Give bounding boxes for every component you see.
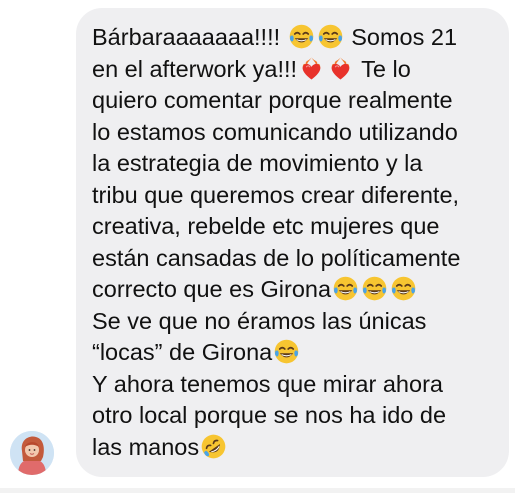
- message-line: creativa, rebelde etc mujeres que: [92, 211, 497, 243]
- message-line: Se ve que no éramos las únicas: [92, 306, 497, 338]
- face-with-tears-of-joy-icon: [316, 24, 345, 50]
- message-text-segment: Te lo: [355, 55, 411, 82]
- message-line: lo estamos comunicando utilizando: [92, 117, 497, 149]
- message-bubble[interactable]: Bárbaraaaaaaa!!!! Somos 21 en el afterwor…: [76, 8, 509, 477]
- chat-view: Bárbaraaaaaaa!!!! Somos 21 en el afterwor…: [0, 0, 515, 493]
- rolling-on-the-floor-laughing-icon: [199, 434, 228, 460]
- message-text-segment: Se ve que no éramos las únicas: [92, 307, 427, 334]
- message-text-segment: en el afterwork ya!!!: [92, 55, 298, 82]
- message-line: quiero comentar porque realmente: [92, 85, 497, 117]
- message-line: están cansadas de lo políticamente: [92, 243, 497, 275]
- message-line: las manos: [92, 432, 497, 464]
- message-text-segment: creativa, rebelde etc mujeres que: [92, 213, 440, 239]
- message-line: en el afterwork ya!!! Te lo: [92, 54, 497, 86]
- message-line: tribu que queremos crear diferente,: [92, 180, 497, 212]
- divider: [0, 488, 515, 493]
- message-text-segment: otro local porque se nos ha ido de: [92, 402, 447, 428]
- avatar[interactable]: [10, 431, 54, 475]
- face-with-tears-of-joy-icon: [389, 276, 418, 302]
- message-text-segment: Somos 21: [344, 24, 458, 50]
- message-line: correcto que es Girona: [92, 274, 497, 306]
- message-text-segment: “locas” de Girona: [92, 339, 273, 365]
- message-line: “locas” de Girona: [92, 337, 497, 369]
- message-text-segment: lo estamos comunicando utilizando: [92, 118, 458, 145]
- message-line: Bárbaraaaaaaa!!!! Somos 21: [92, 22, 497, 54]
- message-line: Y ahora tenemos que mirar ahora: [92, 369, 497, 401]
- face-with-tears-of-joy-icon: [331, 276, 360, 302]
- face-with-tears-of-joy-icon: [272, 339, 301, 365]
- heart-on-fire-icon: [326, 56, 355, 82]
- message-text-segment: Y ahora tenemos que mirar ahora: [92, 370, 443, 397]
- message-text-segment: quiero comentar porque realmente: [92, 87, 453, 113]
- avatar-image: [10, 431, 54, 475]
- message-text-segment: están cansadas de lo políticamente: [92, 244, 461, 271]
- face-with-tears-of-joy-icon: [360, 276, 389, 302]
- message-text-segment: correcto que es Girona: [92, 276, 332, 302]
- face-with-tears-of-joy-icon: [287, 24, 316, 50]
- message-text-segment: tribu que queremos crear diferente,: [92, 181, 460, 208]
- message-text-segment: Bárbaraaaaaaa!!!!: [92, 24, 287, 50]
- heart-on-fire-icon: [297, 56, 326, 82]
- message-text-segment: la estrategia de movimiento y la: [92, 150, 423, 176]
- message-text: Bárbaraaaaaaa!!!! Somos 21 en el afterwor…: [92, 22, 497, 463]
- message-text-segment: las manos: [92, 433, 200, 460]
- message-line: otro local porque se nos ha ido de: [92, 400, 497, 432]
- message-line: la estrategia de movimiento y la: [92, 148, 497, 180]
